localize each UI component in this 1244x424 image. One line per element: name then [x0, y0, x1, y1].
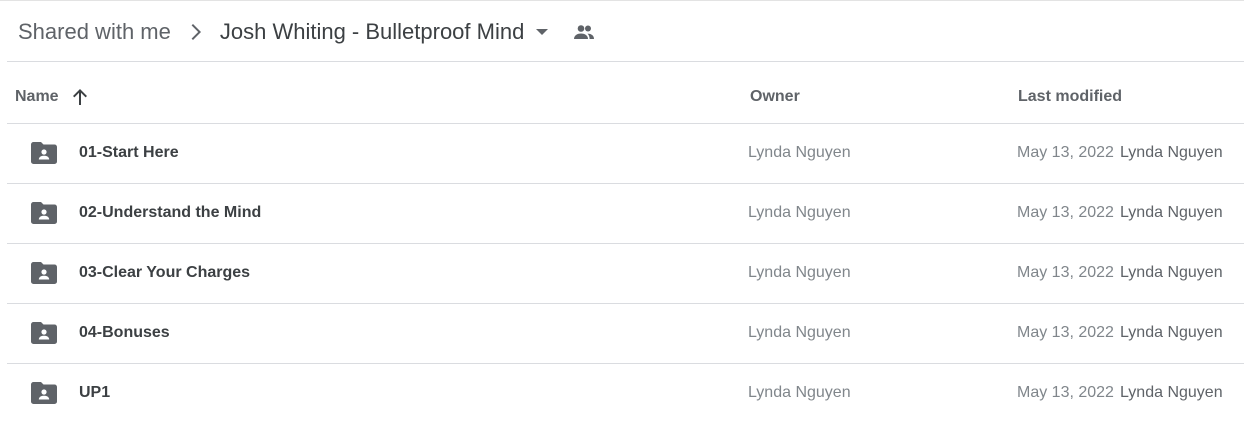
- breadcrumb-current-folder[interactable]: Josh Whiting - Bulletproof Mind: [220, 19, 552, 45]
- owner-name: Lynda Nguyen: [748, 384, 851, 401]
- modified-date: May 13, 2022: [1017, 324, 1114, 341]
- modified-date: May 13, 2022: [1017, 384, 1114, 401]
- file-name[interactable]: UP1: [79, 384, 110, 402]
- modified-by: Lynda Nguyen: [1120, 324, 1223, 341]
- file-name[interactable]: 01-Start Here: [79, 144, 179, 162]
- shared-folder-icon: [31, 382, 57, 404]
- shared-folder-icon: [31, 142, 57, 164]
- modified-by: Lynda Nguyen: [1120, 204, 1223, 221]
- column-modified-label: Last modified: [1018, 88, 1123, 105]
- breadcrumb-shared-with-me[interactable]: Shared with me: [18, 19, 171, 45]
- modified-by: Lynda Nguyen: [1120, 264, 1223, 281]
- modified-by: Lynda Nguyen: [1120, 144, 1223, 161]
- chevron-right-icon: [183, 20, 207, 44]
- owner-name: Lynda Nguyen: [748, 144, 851, 161]
- top-border: [0, 0, 1244, 1]
- modified-date: May 13, 2022: [1017, 144, 1114, 161]
- shared-people-icon[interactable]: [572, 20, 596, 44]
- column-header-name[interactable]: Name: [15, 86, 90, 108]
- table-row[interactable]: 03-Clear Your Charges Lynda Nguyen May 13,…: [7, 243, 1244, 304]
- file-name[interactable]: 02-Understand the Mind: [79, 204, 261, 222]
- table-row[interactable]: 01-Start Here Lynda Nguyen May 13, 2022 Lyn…: [7, 123, 1244, 184]
- column-name-label: Name: [15, 88, 59, 105]
- table-row[interactable]: 04-Bonuses Lynda Nguyen May 13, 2022 Lynda …: [7, 303, 1244, 364]
- caret-down-icon[interactable]: [532, 22, 552, 42]
- arrow-up-icon[interactable]: [70, 87, 90, 107]
- owner-name: Lynda Nguyen: [748, 324, 851, 341]
- breadcrumb: Shared with me Josh Whiting - Bulletproo…: [18, 14, 596, 50]
- owner-name: Lynda Nguyen: [748, 204, 851, 221]
- file-name[interactable]: 04-Bonuses: [79, 324, 170, 342]
- column-header-last-modified[interactable]: Last modified: [1018, 86, 1122, 108]
- shared-folder-icon: [31, 322, 57, 344]
- shared-folder-icon: [31, 202, 57, 224]
- modified-date: May 13, 2022: [1017, 264, 1114, 281]
- current-folder-title: Josh Whiting - Bulletproof Mind: [219, 19, 525, 44]
- modified-by: Lynda Nguyen: [1120, 384, 1223, 401]
- header-divider: [7, 61, 1244, 62]
- shared-folder-icon: [31, 262, 57, 284]
- column-header-owner[interactable]: Owner: [750, 86, 800, 108]
- modified-date: May 13, 2022: [1017, 204, 1114, 221]
- owner-name: Lynda Nguyen: [748, 264, 851, 281]
- column-owner-label: Owner: [750, 88, 800, 105]
- table-row[interactable]: 02-Understand the Mind Lynda Nguyen May 13…: [7, 183, 1244, 244]
- file-name[interactable]: 03-Clear Your Charges: [79, 264, 250, 282]
